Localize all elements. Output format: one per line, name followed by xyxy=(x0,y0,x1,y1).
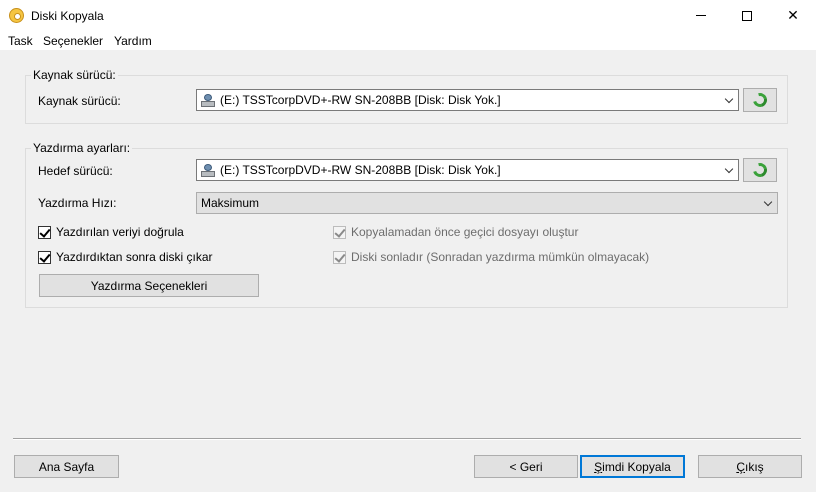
copy-now-label: imdi Kopyala xyxy=(602,459,671,474)
write-options-button-label: Yazdırma Seçenekleri xyxy=(90,278,208,293)
target-refresh-button[interactable] xyxy=(743,158,777,182)
menu-task[interactable]: Task xyxy=(8,34,33,48)
write-speed-value: Maksimum xyxy=(201,196,260,210)
verify-checkbox-label: Yazdırılan veriyi doğrula xyxy=(56,225,184,239)
maximize-button[interactable] xyxy=(724,0,770,31)
minimize-button[interactable] xyxy=(678,0,724,31)
disc-icon xyxy=(9,8,24,23)
target-drive-label: Hedef sürücü: xyxy=(38,164,113,178)
write-speed-select[interactable]: Maksimum xyxy=(196,192,778,214)
source-drive-label: Kaynak sürücü: xyxy=(38,94,121,108)
close-icon: ✕ xyxy=(787,7,799,23)
chevron-down-icon[interactable] xyxy=(720,160,738,180)
menu-options[interactable]: Seçenekler xyxy=(43,34,103,48)
exit-accel: Ç xyxy=(736,459,745,474)
drive-icon xyxy=(201,93,215,107)
source-refresh-button[interactable] xyxy=(743,88,777,112)
drive-icon xyxy=(201,163,215,177)
chevron-down-icon[interactable] xyxy=(759,193,777,213)
temp-file-checkbox-label: Kopyalamadan önce geçici dosyayı oluştur xyxy=(351,225,579,239)
refresh-icon xyxy=(750,90,770,110)
target-drive-select[interactable]: (E:) TSSTcorpDVD+-RW SN-208BB [Disk: Dis… xyxy=(196,159,739,181)
source-drive-value: (E:) TSSTcorpDVD+-RW SN-208BB [Disk: Dis… xyxy=(220,93,501,107)
checkbox-checked-icon xyxy=(333,225,346,239)
home-button[interactable]: Ana Sayfa xyxy=(14,455,119,478)
eject-checkbox[interactable]: Yazdırdıktan sonra diski çıkar xyxy=(38,250,213,264)
source-drive-select[interactable]: (E:) TSSTcorpDVD+-RW SN-208BB [Disk: Dis… xyxy=(196,89,739,111)
checkbox-checked-icon xyxy=(333,250,346,264)
menu-help[interactable]: Yardım xyxy=(114,34,152,48)
window-title: Diski Kopyala xyxy=(31,9,104,23)
exit-button[interactable]: Çıkış xyxy=(698,455,802,478)
copy-now-accel: Ş xyxy=(594,459,603,474)
copy-now-button[interactable]: Şimdi Kopyala xyxy=(580,455,685,478)
source-group-title: Kaynak sürücü: xyxy=(31,68,118,82)
checkbox-checked-icon[interactable] xyxy=(38,250,51,264)
menu-bar: Task Seçenekler Yardım xyxy=(0,31,816,50)
close-button[interactable]: ✕ xyxy=(770,0,816,31)
target-drive-value: (E:) TSSTcorpDVD+-RW SN-208BB [Disk: Dis… xyxy=(220,163,501,177)
minimize-icon xyxy=(696,15,706,16)
maximize-icon xyxy=(742,10,752,21)
finalize-checkbox-label: Diski sonladır (Sonradan yazdırma mümkün… xyxy=(351,250,650,264)
chevron-down-icon[interactable] xyxy=(720,90,738,110)
refresh-icon xyxy=(750,160,770,180)
footer-separator xyxy=(13,438,801,440)
back-button[interactable]: < Geri xyxy=(474,455,578,478)
verify-checkbox[interactable]: Yazdırılan veriyi doğrula xyxy=(38,225,184,239)
home-button-label: Ana Sayfa xyxy=(38,459,95,474)
title-bar: Diski Kopyala ✕ xyxy=(0,0,816,31)
temp-file-checkbox: Kopyalamadan önce geçici dosyayı oluştur xyxy=(333,225,578,239)
exit-label: ıkış xyxy=(745,459,764,474)
write-speed-label: Yazdırma Hızı: xyxy=(38,196,117,210)
write-options-button[interactable]: Yazdırma Seçenekleri xyxy=(39,274,259,297)
finalize-checkbox: Diski sonladır (Sonradan yazdırma mümkün… xyxy=(333,250,649,264)
checkbox-checked-icon[interactable] xyxy=(38,225,51,239)
back-button-label: < Geri xyxy=(509,459,543,474)
write-settings-title: Yazdırma ayarları: xyxy=(31,141,133,155)
eject-checkbox-label: Yazdırdıktan sonra diski çıkar xyxy=(56,250,213,264)
